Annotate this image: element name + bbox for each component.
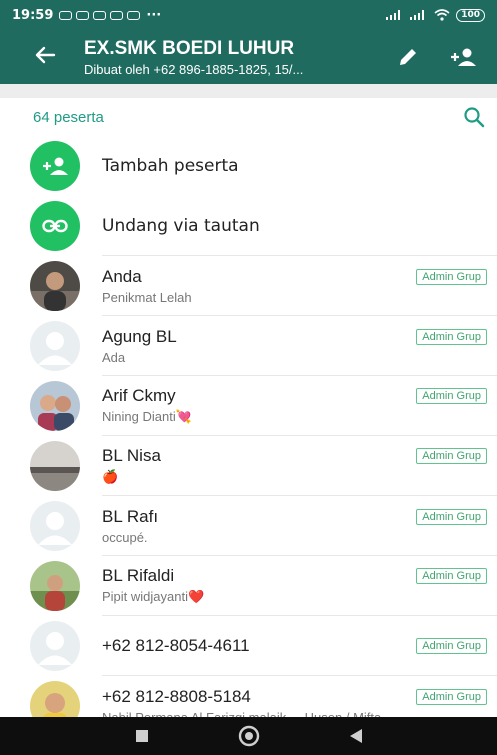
- admin-badge: Admin Grup: [416, 688, 487, 705]
- member-info: Anda Admin Grup Penikmat Lelah: [102, 256, 497, 316]
- member-row[interactable]: Agung BL Admin Grup Ada: [0, 316, 497, 376]
- notification-icons: [59, 10, 141, 20]
- admin-badge: Admin Grup: [416, 328, 487, 345]
- member-name: BL Nisa: [102, 446, 161, 465]
- recents-icon[interactable]: [134, 728, 150, 744]
- member-info: Arif Ckmy Admin Grup Nining Dianti💘: [102, 376, 497, 436]
- avatar: [30, 321, 80, 371]
- member-name: Arif Ckmy: [102, 386, 176, 405]
- member-info: BL Nisa Admin Grup 🍎: [102, 436, 497, 496]
- member-info: +62 812-8054-4611 Admin Grup: [102, 616, 497, 676]
- member-name: BL Rifaldi: [102, 566, 175, 585]
- admin-badge: Admin Grup: [416, 637, 487, 654]
- default-person-icon: [38, 332, 72, 365]
- avatar: [30, 561, 80, 611]
- avatar: [30, 381, 80, 431]
- search-icon[interactable]: [463, 106, 485, 128]
- member-info: BL Rafı Admin Grup occupé.: [102, 496, 497, 556]
- avatar: [30, 621, 80, 671]
- participant-list: Tambah peserta Undang via tautan Anda Ad…: [0, 136, 497, 736]
- status-bar: 19:59 ··· 100: [0, 0, 497, 30]
- signal-icon: [410, 10, 425, 20]
- add-person-icon: [43, 157, 68, 175]
- default-person-icon: [38, 512, 72, 545]
- default-person-icon: [38, 632, 72, 665]
- admin-badge: Admin Grup: [416, 268, 487, 285]
- participant-count: 64 peserta: [33, 108, 104, 126]
- member-name: Agung BL: [102, 326, 177, 346]
- notification-icon: [110, 10, 124, 20]
- member-info: BL Rifaldi Admin Grup Pipit widjayanti❤️: [102, 556, 497, 616]
- add-participant-icon-circle: [30, 141, 80, 191]
- member-name: BL Rafı: [102, 506, 159, 526]
- group-subtitle: Dibuat oleh +62 896-1885-1825, 15/...: [84, 61, 304, 77]
- group-name: EX.SMK BOEDI LUHUR: [84, 37, 295, 59]
- add-participant-row[interactable]: Tambah peserta: [0, 136, 497, 196]
- member-info: Agung BL Admin Grup Ada: [102, 316, 497, 376]
- avatar: [30, 501, 80, 551]
- arrow-left-icon[interactable]: [34, 44, 58, 71]
- avatar: [30, 261, 80, 311]
- avatar: [30, 441, 80, 491]
- invite-link-label: Undang via tautan: [102, 196, 497, 256]
- signal-icon: [386, 10, 401, 20]
- status-time: 19:59: [12, 7, 54, 23]
- member-status: Ada: [102, 349, 126, 365]
- member-row[interactable]: +62 812-8054-4611 Admin Grup: [0, 616, 497, 676]
- member-name: +62 812-8054-4611: [102, 635, 250, 655]
- member-status: Pipit widjayanti❤️: [102, 589, 205, 604]
- group-title-block[interactable]: EX.SMK BOEDI LUHUR Dibuat oleh +62 896-1…: [84, 38, 381, 77]
- admin-badge: Admin Grup: [416, 448, 487, 464]
- member-status: occupé.: [102, 529, 148, 545]
- invite-link-row[interactable]: Undang via tautan: [0, 196, 497, 256]
- participants-header: 64 peserta: [0, 98, 497, 136]
- member-name: Anda: [102, 266, 142, 286]
- notification-icon: [93, 10, 107, 20]
- battery-icon: 100: [456, 8, 485, 22]
- pencil-icon[interactable]: [397, 46, 419, 68]
- member-row[interactable]: Anda Admin Grup Penikmat Lelah: [0, 256, 497, 316]
- wifi-icon: [434, 9, 450, 21]
- status-more-dots: ···: [146, 7, 162, 23]
- invite-link-icon-circle: [30, 201, 80, 251]
- app-bar: EX.SMK BOEDI LUHUR Dibuat oleh +62 896-1…: [0, 30, 497, 84]
- home-icon[interactable]: [237, 724, 261, 748]
- status-bar-right: 100: [386, 8, 485, 22]
- admin-badge: Admin Grup: [416, 568, 487, 584]
- member-status: Nining Dianti💘: [102, 409, 192, 424]
- back-triangle-icon[interactable]: [348, 727, 364, 745]
- member-row[interactable]: Arif Ckmy Admin Grup Nining Dianti💘: [0, 376, 497, 436]
- member-name: +62 812-8808-5184: [102, 686, 251, 706]
- member-row[interactable]: BL Rifaldi Admin Grup Pipit widjayanti❤️: [0, 556, 497, 616]
- member-status: 🍎: [102, 469, 119, 484]
- notification-icon: [76, 10, 90, 20]
- notification-icon: [59, 10, 73, 20]
- status-bar-left: 19:59 ···: [12, 8, 161, 23]
- section-divider: [0, 84, 497, 98]
- add-person-icon[interactable]: [449, 46, 477, 68]
- system-nav-bar: [0, 717, 497, 755]
- add-participant-label: Tambah peserta: [102, 156, 239, 176]
- admin-badge: Admin Grup: [416, 508, 487, 525]
- whatsapp-group-info-screen: 19:59 ··· 100 EX.SMK BOEDI LUHUR Dibuat …: [0, 0, 497, 755]
- notification-icon: [127, 10, 141, 20]
- link-icon: [42, 219, 68, 233]
- app-bar-actions: [397, 46, 477, 68]
- admin-badge: Admin Grup: [416, 388, 487, 404]
- member-status: Penikmat Lelah: [102, 289, 192, 305]
- member-row[interactable]: BL Nisa Admin Grup 🍎: [0, 436, 497, 496]
- member-row[interactable]: BL Rafı Admin Grup occupé.: [0, 496, 497, 556]
